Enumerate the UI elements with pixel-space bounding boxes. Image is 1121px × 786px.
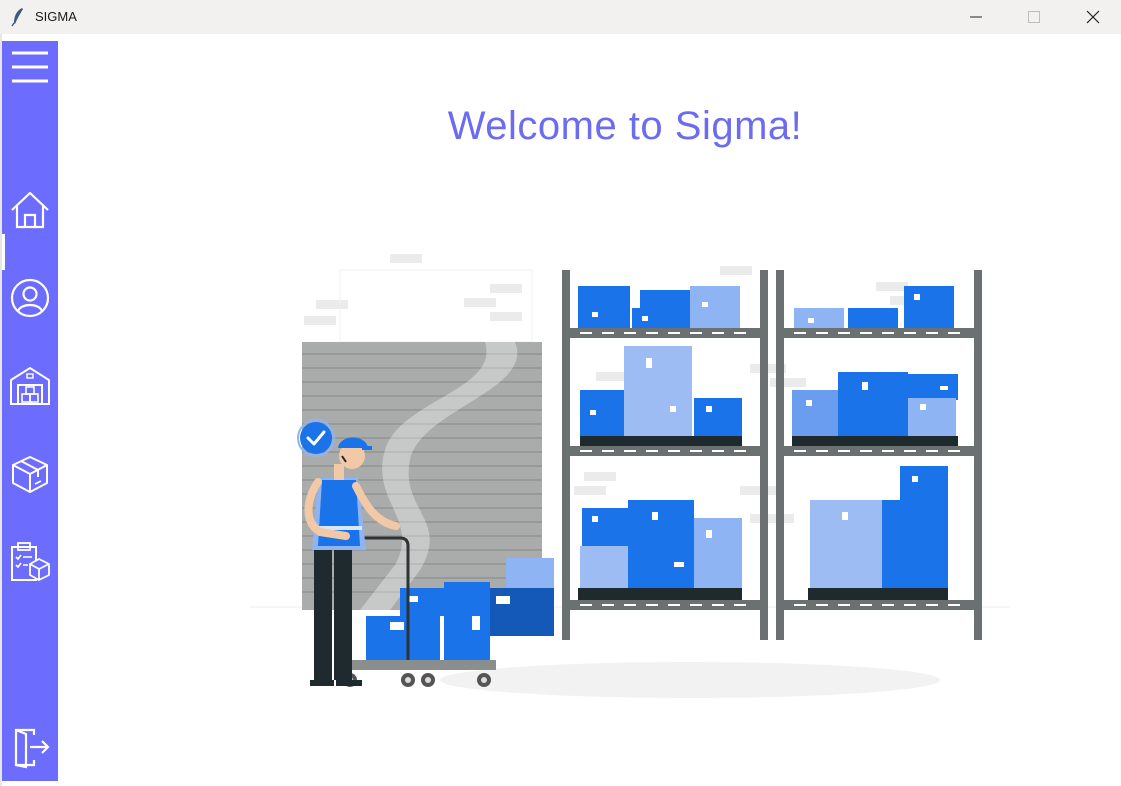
sidebar-item-profile[interactable] (8, 276, 52, 320)
home-icon (11, 191, 49, 229)
sidebar-item-products[interactable] (8, 452, 52, 496)
maximize-button[interactable] (1011, 0, 1057, 34)
sidebar (2, 41, 58, 781)
user-circle-icon (10, 278, 50, 318)
maximize-icon (1028, 11, 1040, 23)
sidebar-item-menu[interactable] (8, 45, 52, 89)
window-title: SIGMA (35, 9, 77, 24)
sidebar-item-inventory[interactable] (8, 540, 52, 584)
close-icon (1086, 10, 1100, 24)
clipboard-inventory-icon (11, 542, 50, 582)
logout-door-icon (14, 728, 50, 769)
package-box-icon (12, 456, 48, 493)
close-button[interactable] (1070, 0, 1116, 34)
warehouse-worker-illustration (250, 250, 1010, 700)
warehouse-icon (10, 366, 50, 405)
sidebar-item-logout[interactable] (8, 725, 52, 769)
minimize-icon (970, 16, 982, 18)
window-titlebar: SIGMA (0, 0, 1121, 34)
feather-icon (10, 7, 26, 27)
hamburger-menu-icon (12, 51, 48, 83)
minimize-button[interactable] (953, 0, 999, 34)
sidebar-item-home[interactable] (8, 188, 52, 232)
active-indicator (2, 234, 5, 270)
sidebar-item-warehouse[interactable] (8, 364, 52, 408)
welcome-heading: Welcome to Sigma! (447, 104, 803, 148)
